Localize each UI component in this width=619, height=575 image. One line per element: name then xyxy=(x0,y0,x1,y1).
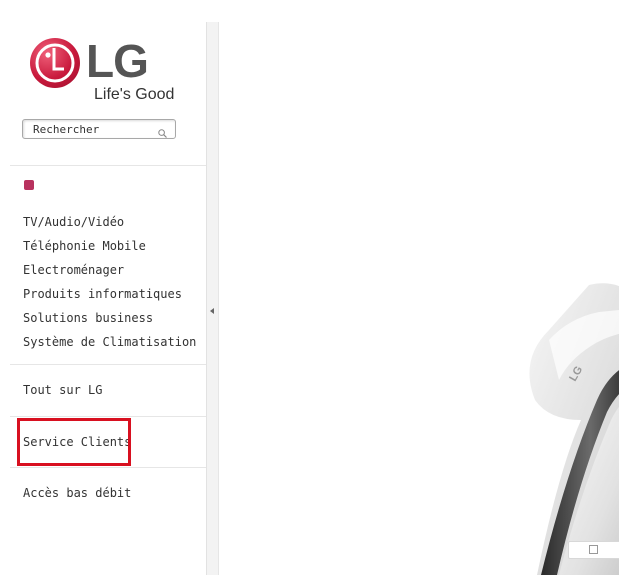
lg-logo-text: LG xyxy=(86,35,149,87)
collapse-arrow-icon[interactable] xyxy=(210,308,214,314)
search-box xyxy=(22,119,176,139)
nav-item-appliances[interactable]: Electroménager xyxy=(23,261,196,285)
search-icon[interactable] xyxy=(158,123,167,138)
nav-item-tv-audio-video[interactable]: TV/Audio/Vidéo xyxy=(23,213,196,237)
divider xyxy=(10,165,206,166)
phone-image: LG xyxy=(529,283,619,575)
sidebar: LG Life's Good TV/Audio/Vidéo Téléphonie… xyxy=(0,22,206,575)
divider xyxy=(10,467,206,468)
page: LG Life's Good TV/Audio/Vidéo Téléphonie… xyxy=(0,0,619,575)
slide-indicator xyxy=(568,541,619,559)
menu-bullet-icon xyxy=(24,180,34,190)
sidebar-toggle-bar[interactable] xyxy=(206,22,219,575)
divider xyxy=(10,416,206,417)
lg-tagline: Life's Good xyxy=(94,86,175,103)
nav-item-business-solutions[interactable]: Solutions business xyxy=(23,309,196,333)
slide-dot[interactable] xyxy=(589,545,598,554)
nav-item-air-conditioning[interactable]: Système de Climatisation xyxy=(23,333,196,357)
divider xyxy=(10,364,206,365)
highlight-box xyxy=(17,418,131,466)
lg-logo[interactable]: LG Life's Good xyxy=(30,35,180,108)
nav-item-mobile[interactable]: Téléphonie Mobile xyxy=(23,237,196,261)
nav-item-low-bandwidth[interactable]: Accès bas débit xyxy=(23,486,131,500)
product-nav: TV/Audio/Vidéo Téléphonie Mobile Electro… xyxy=(23,213,196,357)
nav-item-about-lg[interactable]: Tout sur LG xyxy=(23,383,102,397)
search-input[interactable] xyxy=(23,120,153,138)
nav-item-computer-products[interactable]: Produits informatiques xyxy=(23,285,196,309)
hero-banner[interactable]: LG xyxy=(219,0,619,575)
lg-logo-icon xyxy=(30,38,80,88)
